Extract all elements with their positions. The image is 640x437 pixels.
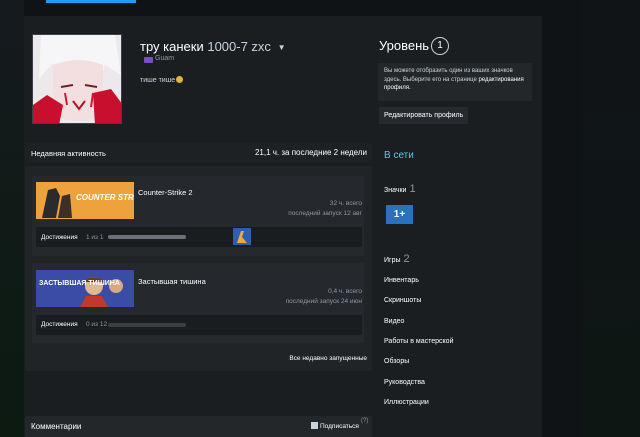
online-status: В сети: [384, 150, 414, 161]
achievement-row: [36, 315, 362, 335]
sidebar-item-label: Значки: [384, 187, 407, 194]
game-capsule-cs2[interactable]: COUNTER STRIKE 2: [36, 182, 134, 219]
level-title: Уровень: [379, 38, 430, 53]
achievement-count: 0 из 12: [86, 321, 108, 328]
subscribe-label: Подписаться: [320, 423, 359, 430]
sidebar-item-artwork[interactable]: Иллюстрации: [384, 399, 429, 406]
persona-name-suffix: 1000-7 zxc: [207, 39, 271, 54]
achievement-label: Достижения: [41, 234, 78, 241]
level-description: Вы можете отобразить один из ваших значк…: [378, 63, 532, 101]
subscribe-checkbox[interactable]: Подписаться: [311, 422, 359, 430]
smile-emoticon-icon: [176, 76, 184, 83]
achievement-label: Достижения: [41, 321, 78, 328]
persona-name[interactable]: тру канеки 1000-7 zxc ▼: [140, 39, 285, 54]
sidebar-item-games[interactable]: Игры 2: [384, 253, 410, 265]
page-background-left: [0, 0, 24, 437]
avatar[interactable]: [32, 34, 122, 124]
games-count: 2: [403, 253, 410, 265]
edit-profile-button[interactable]: Редактировать профиль: [379, 107, 469, 124]
achievement-progress-bar: [108, 323, 186, 327]
achievement-count: 1 из 1: [86, 234, 104, 241]
cs2-capsule-title: COUNTER STRIKE 2: [76, 193, 134, 202]
badges-count: 1: [409, 183, 416, 195]
comments-title: Комментарии: [31, 422, 82, 431]
cs2-capsule-art: COUNTER STRIKE 2: [36, 182, 134, 219]
game-hours: 0,4 ч. всего: [328, 288, 362, 295]
badge-tile[interactable]: 1+: [386, 205, 413, 224]
game-last-played: последний запуск 12 авг: [288, 210, 362, 217]
avatar-image: [33, 35, 121, 123]
achievement-progress-fill: [108, 235, 186, 239]
recent-activity-hours: 21,1 ч. за последние 2 недели: [254, 148, 367, 157]
achievement-row: [36, 227, 362, 247]
page-background-right: [580, 0, 640, 437]
flag-icon: [144, 57, 153, 63]
game-name[interactable]: Counter-Strike 2: [138, 188, 193, 197]
recent-activity-title: Недавняя активность: [31, 149, 106, 158]
sidebar-item-badges[interactable]: Значки 1: [384, 183, 416, 195]
help-icon[interactable]: (?): [361, 418, 368, 424]
game-capsule-frozen-silence[interactable]: ЗАСТЫВШАЯ ТИШИНА: [36, 270, 134, 307]
checkbox-icon[interactable]: [311, 422, 318, 429]
game-hours: 32 ч. всего: [329, 200, 362, 207]
all-recent-games-link[interactable]: Все недавно запущенные: [289, 355, 367, 362]
sidebar-item-reviews[interactable]: Обзоры: [384, 358, 409, 365]
frozen-silence-capsule-title: ЗАСТЫВШАЯ ТИШИНА: [39, 280, 120, 287]
location-text: Guam: [155, 55, 175, 62]
sidebar-item-screenshots[interactable]: Скриншоты: [384, 297, 421, 304]
sidebar-item-videos[interactable]: Видео: [384, 318, 404, 325]
achievement-icon[interactable]: [233, 228, 251, 245]
game-last-played: последний запуск 24 июн: [285, 298, 362, 305]
achievement-progress-bar: [108, 235, 186, 239]
frozen-silence-capsule-art: ЗАСТЫВШАЯ ТИШИНА: [36, 270, 134, 307]
profile-summary-text: тише тише: [140, 77, 176, 84]
top-nav-button[interactable]: [46, 0, 136, 3]
chevron-down-icon[interactable]: ▼: [278, 43, 286, 52]
profile-summary: тише тише: [140, 76, 184, 84]
persona-name-main: тру канеки: [140, 39, 204, 54]
sidebar-item-inventory[interactable]: Инвентарь: [384, 277, 419, 284]
sidebar-item-label: Игры: [384, 257, 401, 264]
sidebar-item-guides[interactable]: Руководства: [384, 379, 425, 386]
game-name[interactable]: Застывшая тишина: [138, 277, 206, 286]
level-badge: 1: [431, 37, 449, 55]
sidebar-item-workshop[interactable]: Работы в мастерской: [384, 338, 454, 345]
